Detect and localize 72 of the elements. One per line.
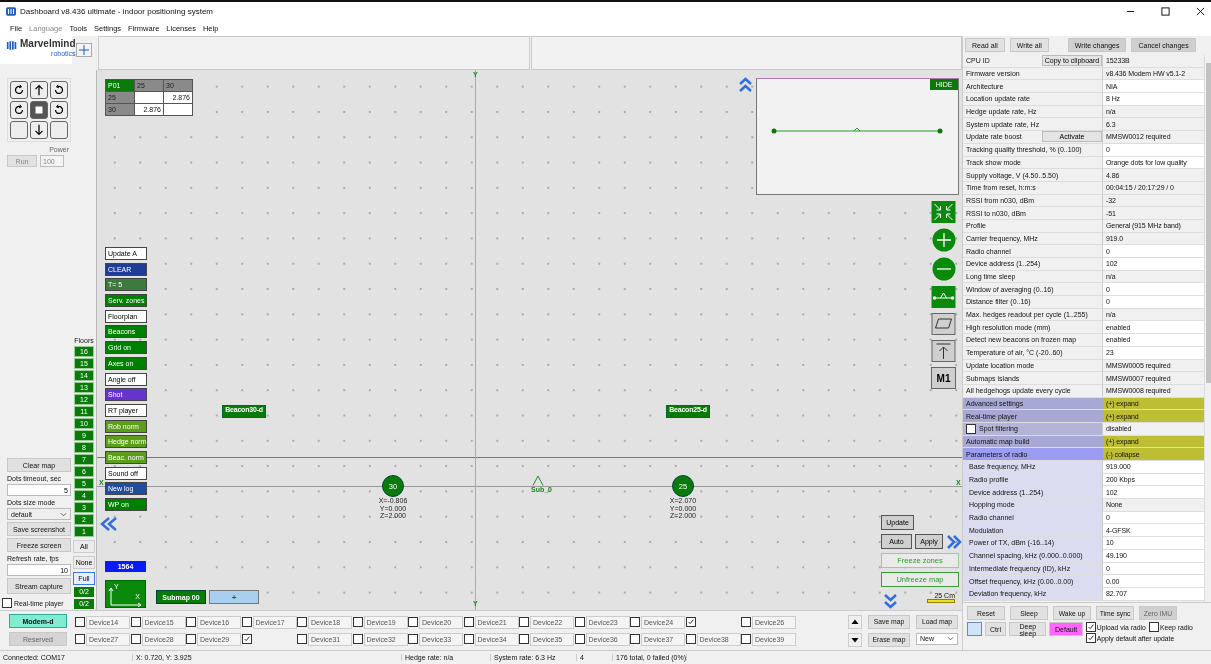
window-title: Dashboard v8.436 ultimate - indoor positioning system <box>20 6 213 16</box>
axes-icon <box>108 585 144 607</box>
checkbox[interactable] <box>463 634 474 644</box>
checkbox[interactable] <box>630 617 640 627</box>
submap-link-icon[interactable] <box>931 286 956 308</box>
checkbox[interactable] <box>408 617 418 627</box>
stop-button[interactable] <box>30 101 48 119</box>
checkbox[interactable] <box>75 617 85 627</box>
chevron-down-icon <box>947 636 954 641</box>
arrow-up-icon[interactable] <box>931 340 956 362</box>
checkbox[interactable] <box>2 598 12 608</box>
rotate-left-step-button[interactable] <box>10 81 28 99</box>
app-icon <box>6 6 16 16</box>
map-canvas[interactable] <box>96 70 962 610</box>
checkbox[interactable] <box>186 634 196 644</box>
rotate-right-icon <box>52 103 66 117</box>
collapse-chevron-icon[interactable] <box>99 516 119 532</box>
checkbox[interactable] <box>630 634 640 644</box>
blank-button[interactable] <box>10 121 28 139</box>
checkbox[interactable] <box>463 617 474 627</box>
checkbox[interactable] <box>297 617 307 627</box>
scrollbar[interactable] <box>1204 55 1211 602</box>
up-arrow-button[interactable] <box>30 81 48 99</box>
logo-icon <box>6 40 18 51</box>
rotate-right-step-button[interactable] <box>50 81 68 99</box>
checkbox[interactable] <box>1148 622 1159 632</box>
checkbox[interactable] <box>241 617 252 627</box>
checkbox[interactable] <box>241 634 252 644</box>
checkbox[interactable] <box>685 634 696 644</box>
maximize-icon[interactable] <box>1161 6 1170 16</box>
chevron-down-icon <box>60 511 67 517</box>
checkbox[interactable] <box>1085 622 1096 632</box>
forward-chevron-icon[interactable] <box>945 534 962 550</box>
arrow-down-icon <box>32 123 46 137</box>
arrow-up-icon <box>32 83 46 97</box>
rotate-right-icon <box>52 83 66 97</box>
checkbox[interactable] <box>519 634 529 644</box>
scroll-up-icon[interactable] <box>848 614 862 629</box>
checkbox[interactable] <box>574 617 585 627</box>
m1-button[interactable]: M1 <box>931 367 956 389</box>
checkbox[interactable] <box>1085 633 1096 643</box>
blank-button[interactable] <box>50 121 68 139</box>
scale-bar <box>927 599 955 603</box>
checkbox[interactable] <box>352 634 363 644</box>
logo-name: Marvelmind <box>20 38 76 50</box>
close-icon[interactable] <box>1196 6 1205 16</box>
checkbox[interactable] <box>966 423 976 434</box>
rotate-left-icon <box>12 83 26 97</box>
checkbox[interactable] <box>130 634 141 644</box>
checkbox[interactable] <box>297 634 307 644</box>
rotate-left-button[interactable] <box>10 101 28 119</box>
checkbox[interactable] <box>352 617 363 627</box>
down-arrow-button[interactable] <box>30 121 48 139</box>
checkbox[interactable] <box>574 634 585 644</box>
checkbox[interactable] <box>741 634 751 644</box>
parallelogram-icon[interactable] <box>931 313 956 335</box>
down-chevron-icon[interactable] <box>883 592 898 610</box>
rotate-left-icon <box>12 103 26 117</box>
checkbox[interactable] <box>186 617 196 627</box>
checkbox[interactable] <box>130 617 141 627</box>
scroll-down-icon[interactable] <box>848 632 862 647</box>
expand-chevron-icon[interactable] <box>738 76 753 94</box>
zoom-out-icon[interactable] <box>931 257 956 281</box>
color-swatch[interactable] <box>967 622 982 636</box>
rotate-right-button[interactable] <box>50 101 68 119</box>
checkbox[interactable] <box>75 634 85 644</box>
checkbox[interactable] <box>408 634 418 644</box>
checkbox[interactable] <box>685 617 696 627</box>
checkbox[interactable] <box>741 617 751 627</box>
checkbox[interactable] <box>519 617 529 627</box>
zoom-in-icon[interactable] <box>931 228 956 252</box>
shrink-icon[interactable] <box>931 201 956 223</box>
